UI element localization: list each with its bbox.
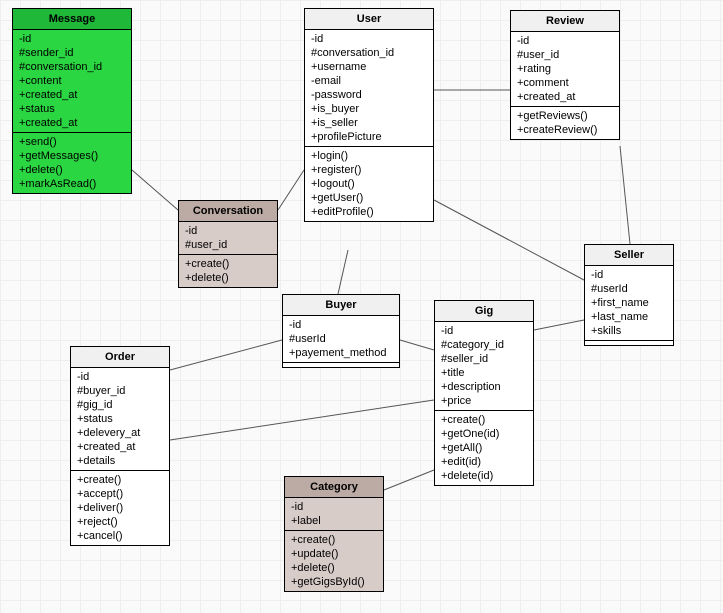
class-methods: +create() +accept() +deliver() +reject()…	[71, 471, 169, 545]
class-attributes: -id #user_id	[179, 222, 277, 255]
class-title: User	[305, 9, 433, 30]
class-attributes: -id #conversation_id +username -email -p…	[305, 30, 433, 147]
class-attributes: -id #buyer_id #gig_id +status +delevery_…	[71, 368, 169, 471]
class-title: Gig	[435, 301, 533, 322]
class-order[interactable]: Order -id #buyer_id #gig_id +status +del…	[70, 346, 170, 546]
class-title: Review	[511, 11, 619, 32]
class-methods: +create() +delete()	[179, 255, 277, 287]
class-methods	[283, 363, 399, 367]
class-attributes: -id #userId +first_name +last_name +skil…	[585, 266, 673, 341]
class-attributes: -id +label	[285, 498, 383, 531]
class-review[interactable]: Review -id #user_id +rating +comment +cr…	[510, 10, 620, 140]
class-user[interactable]: User -id #conversation_id +username -ema…	[304, 8, 434, 222]
class-conversation[interactable]: Conversation -id #user_id +create() +del…	[178, 200, 278, 288]
class-gig[interactable]: Gig -id #category_id #seller_id +title +…	[434, 300, 534, 486]
class-title: Message	[13, 9, 131, 30]
class-message[interactable]: Message -id #sender_id #conversation_id …	[12, 8, 132, 194]
class-category[interactable]: Category -id +label +create() +update() …	[284, 476, 384, 592]
class-title: Category	[285, 477, 383, 498]
class-methods: +login() +register() +logout() +getUser(…	[305, 147, 433, 221]
class-seller[interactable]: Seller -id #userId +first_name +last_nam…	[584, 244, 674, 346]
class-buyer[interactable]: Buyer -id #userId +payement_method	[282, 294, 400, 368]
class-methods	[585, 341, 673, 345]
class-attributes: -id #sender_id #conversation_id +content…	[13, 30, 131, 133]
class-title: Conversation	[179, 201, 277, 222]
class-attributes: -id #user_id +rating +comment +created_a…	[511, 32, 619, 107]
class-methods: +create() +getOne(id) +getAll() +edit(id…	[435, 411, 533, 485]
class-attributes: -id #category_id #seller_id +title +desc…	[435, 322, 533, 411]
class-title: Buyer	[283, 295, 399, 316]
class-title: Order	[71, 347, 169, 368]
class-methods: +getReviews() +createReview()	[511, 107, 619, 139]
class-attributes: -id #userId +payement_method	[283, 316, 399, 363]
class-title: Seller	[585, 245, 673, 266]
class-methods: +send() +getMessages() +delete() +markAs…	[13, 133, 131, 193]
class-methods: +create() +update() +delete() +getGigsBy…	[285, 531, 383, 591]
